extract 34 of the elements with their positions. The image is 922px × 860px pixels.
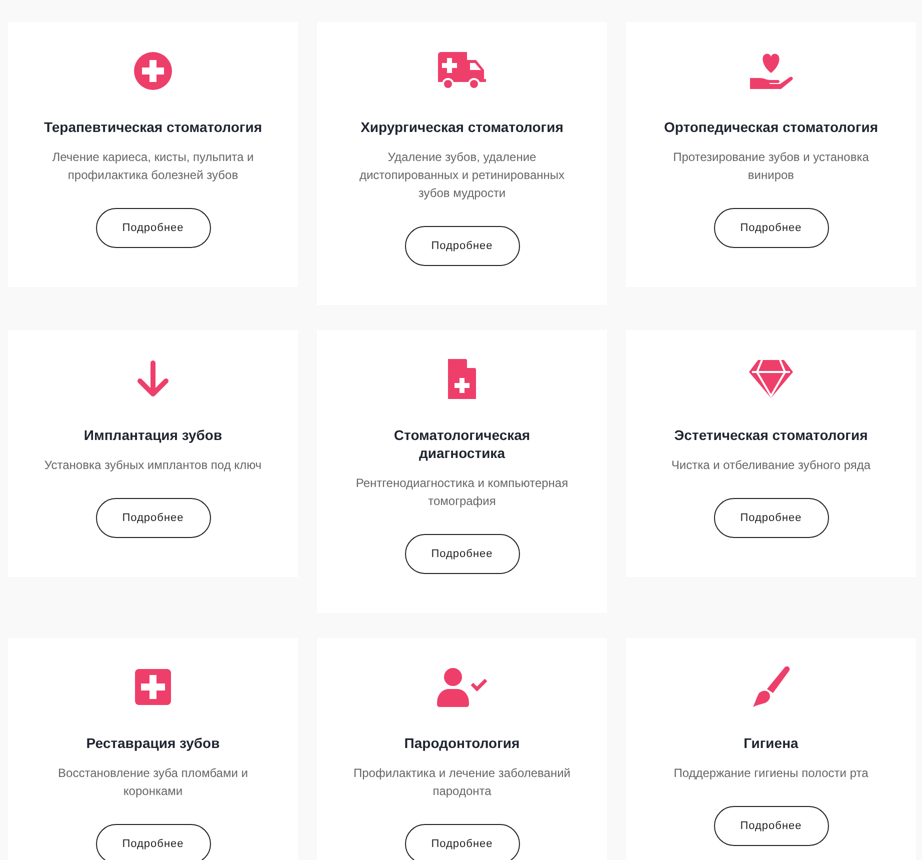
service-title: Реставрация зубов bbox=[86, 734, 220, 752]
service-title: Эстетическая стоматология bbox=[674, 426, 868, 444]
details-button[interactable]: Подробнее bbox=[96, 824, 210, 860]
service-title: Хирургическая стоматология bbox=[360, 118, 564, 136]
details-button[interactable]: Подробнее bbox=[404, 226, 520, 266]
details-button[interactable]: Подробнее bbox=[714, 208, 828, 248]
service-description: Установка зубных имплантов под ключ bbox=[44, 457, 262, 474]
service-title: Стоматологическая диагностика bbox=[392, 426, 532, 462]
medical-document-icon bbox=[446, 358, 478, 400]
service-description: Чистка и отбеливание зубного ряда bbox=[671, 457, 871, 474]
service-description: Поддержание гигиены полости рта bbox=[674, 765, 868, 782]
details-button[interactable]: Подробнее bbox=[404, 824, 520, 860]
user-check-icon bbox=[436, 667, 488, 707]
service-title: Имплантация зубов bbox=[84, 426, 222, 444]
diamond-icon bbox=[748, 359, 794, 399]
service-description: Протезирование зубов и установка виниров bbox=[672, 149, 870, 184]
details-button[interactable]: Подробнее bbox=[96, 498, 210, 538]
service-description: Профилактика и лечение заболеваний пародонта bbox=[352, 765, 572, 800]
plus-square-icon bbox=[135, 669, 171, 705]
details-button[interactable]: Подробнее bbox=[714, 806, 828, 846]
details-button[interactable]: Подробнее bbox=[404, 534, 520, 574]
service-description: Восстановление зуба пломбами и коронками bbox=[57, 765, 249, 800]
heart-hand-icon bbox=[748, 51, 794, 91]
plus-circle-icon bbox=[133, 51, 173, 91]
service-description: Рентгенодиагностика и компьютерная томография bbox=[354, 475, 570, 510]
service-description: Удаление зубов, удаление дистопированных и ретинированных зубов мудрости bbox=[358, 149, 566, 202]
service-title: Терапевтическая стоматология bbox=[44, 118, 262, 136]
details-button[interactable]: Подробнее bbox=[96, 208, 210, 248]
ambulance-icon bbox=[436, 51, 488, 91]
service-title: Ортопедическая стоматология bbox=[664, 118, 878, 136]
service-title: Гигиена bbox=[744, 734, 798, 752]
service-title: Пародонтология bbox=[404, 734, 520, 752]
details-button[interactable]: Подробнее bbox=[714, 498, 828, 538]
service-description: Лечение кариеса, кисты, пульпита и профилактика болезней зубов bbox=[51, 149, 255, 184]
